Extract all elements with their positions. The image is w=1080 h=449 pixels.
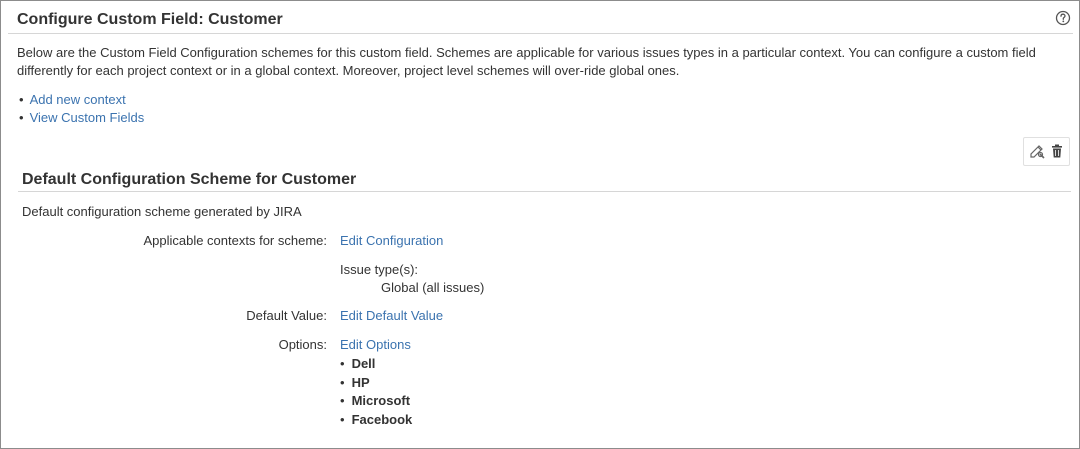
edit-options-link[interactable]: Edit Options: [340, 337, 411, 353]
contexts-label: Applicable contexts for scheme:: [143, 233, 327, 248]
default-value-label: Default Value:: [246, 308, 327, 323]
trash-icon[interactable]: [1049, 143, 1065, 159]
page-title: Configure Custom Field: Customer: [17, 11, 283, 28]
edit-configuration-link[interactable]: Edit Configuration: [340, 233, 443, 249]
scheme-divider: [18, 191, 1071, 192]
add-new-context-link[interactable]: Add new context: [30, 92, 126, 107]
intro-text: Below are the Custom Field Configuration…: [17, 45, 1036, 78]
edit-default-value-link[interactable]: Edit Default Value: [340, 308, 443, 324]
scheme-operations: [1023, 137, 1070, 166]
option-item: Microsoft: [340, 392, 412, 411]
page-header: Configure Custom Field: Customer: [8, 7, 1073, 34]
list-item: Add new context: [19, 91, 144, 109]
help-icon[interactable]: [1055, 10, 1071, 26]
view-custom-fields-link[interactable]: View Custom Fields: [30, 110, 145, 125]
scheme-description: Default configuration scheme generated b…: [22, 204, 302, 219]
issue-types-value: Global (all issues): [381, 280, 485, 295]
issue-types-label: Issue type(s):: [340, 262, 419, 277]
edit-configuration-icon[interactable]: [1029, 143, 1045, 159]
option-item: Facebook: [340, 411, 413, 430]
option-item: HP: [340, 374, 412, 393]
list-item: View Custom Fields: [19, 109, 145, 127]
page-frame: Configure Custom Field: Customer Below a…: [0, 0, 1080, 449]
options-label: Options:: [278, 337, 327, 352]
options-list: Dell HP Microsoft Facebook: [340, 355, 413, 430]
option-item: Dell: [340, 355, 412, 374]
scheme-title: Default Configuration Scheme for Custome…: [22, 171, 357, 188]
action-links: Add new context View Custom Fields: [19, 91, 145, 127]
